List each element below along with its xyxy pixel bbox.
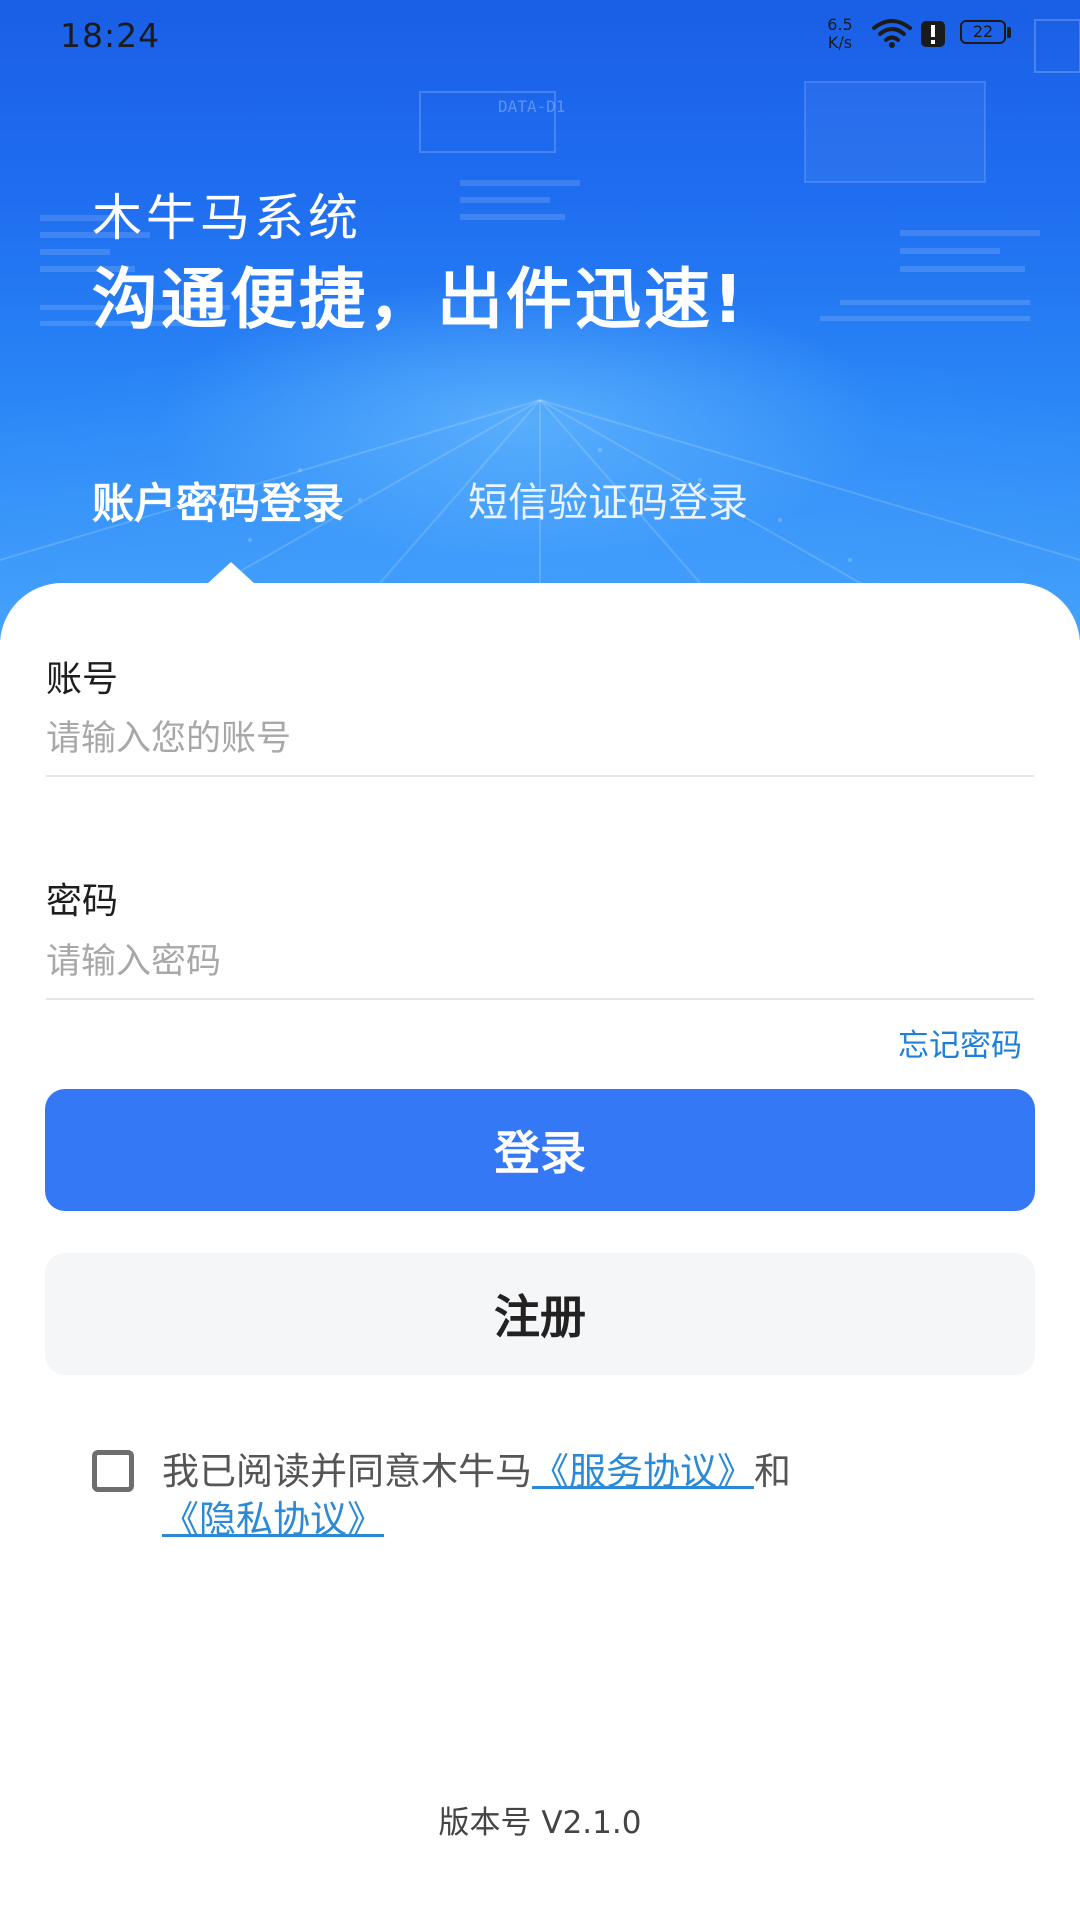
login-screen: DATA-D1 18:24 6.5 K/s 22 木牛马系统 沟通便捷，出件迅速…	[0, 0, 1080, 1920]
login-card	[0, 583, 1080, 1920]
battery-icon: 22	[960, 20, 1012, 46]
agreement-prefix: 我已阅读并同意木牛马	[162, 1450, 532, 1493]
version-label: 版本号 V2.1.0	[438, 1805, 642, 1841]
forgot-password-link[interactable]: 忘记密码	[898, 1020, 1022, 1065]
app-name: 木牛马系统	[92, 189, 362, 247]
app-slogan: 沟通便捷，出件迅速!	[92, 261, 747, 338]
battery-level: 22	[972, 22, 994, 41]
tab-sms-login[interactable]: 短信验证码登录	[468, 470, 748, 528]
service-agreement-link[interactable]: 《服务协议》	[532, 1450, 754, 1493]
network-speed-value: 6.5	[827, 15, 853, 34]
privacy-agreement-link[interactable]: 《隐私协议》	[162, 1498, 384, 1541]
status-time: 18:24	[60, 16, 161, 55]
active-tab-indicator	[207, 562, 255, 584]
battery-tip	[1007, 27, 1011, 38]
status-bar: 18:24 6.5 K/s 22	[0, 0, 1080, 72]
wifi-icon	[872, 19, 912, 48]
register-button[interactable]: 注册	[45, 1253, 1035, 1375]
alert-icon	[921, 21, 945, 47]
login-button[interactable]: 登录	[45, 1089, 1035, 1211]
tab-password-login[interactable]: 账户密码登录	[92, 470, 344, 531]
password-label: 密码	[46, 881, 119, 922]
agreement-text: 我已阅读并同意木牛马《服务协议》和《隐私协议》	[162, 1448, 1010, 1544]
agreement-conjunction: 和	[754, 1450, 791, 1493]
password-input[interactable]	[46, 926, 1034, 1000]
network-speed-unit: K/s	[827, 33, 853, 52]
network-speed: 6.5 K/s	[820, 16, 860, 52]
account-label: 账号	[46, 659, 119, 700]
hero-banner: DATA-D1 18:24 6.5 K/s 22 木牛马系统 沟通便捷，出件迅速…	[0, 0, 1080, 640]
account-input[interactable]	[46, 703, 1034, 777]
data-panel-label: DATA-D1	[498, 97, 565, 116]
agreement-checkbox[interactable]	[92, 1450, 134, 1492]
